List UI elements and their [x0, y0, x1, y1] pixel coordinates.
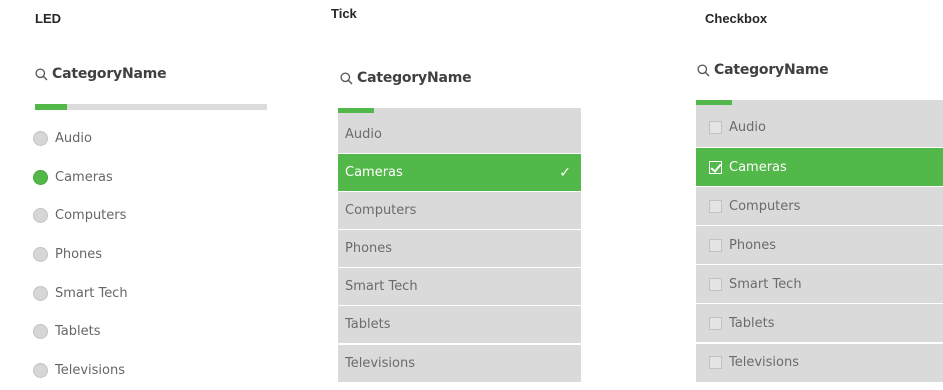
- checkbox[interactable]: [709, 316, 722, 330]
- list-item-label: Tablets: [729, 315, 775, 331]
- list-item-label: Phones: [345, 241, 393, 257]
- list-item-label: Televisions: [729, 355, 799, 371]
- checkbox[interactable]: [709, 121, 722, 134]
- list-item[interactable]: Computers: [33, 196, 273, 235]
- list-item-label: Computers: [729, 198, 801, 214]
- list-item-label: Computers: [345, 203, 417, 219]
- led-filter-panel: LED CategoryName Audio Cameras Computers…: [0, 0, 300, 379]
- list-item-label: Phones: [55, 246, 103, 262]
- list-item-label: Phones: [729, 237, 777, 253]
- selection-progress-fill: [338, 108, 374, 113]
- selection-progress-bar: [35, 104, 267, 110]
- list-item[interactable]: Cameras: [33, 158, 273, 197]
- field-name: CategoryName: [714, 62, 829, 78]
- led-indicator-icon: [33, 362, 48, 378]
- checkbox-filter-panel: Checkbox CategoryName Audio Cameras Comp…: [690, 0, 943, 382]
- checkbox[interactable]: [709, 356, 722, 370]
- list-item-label: Tablets: [345, 317, 391, 333]
- list-item-label: Audio: [729, 120, 766, 135]
- field-search-header[interactable]: CategoryName: [697, 62, 829, 78]
- tick-filter-panel: Tick CategoryName Audio Cameras ✓ Compute…: [320, 0, 600, 382]
- list-item[interactable]: Cameras ✓: [338, 154, 581, 192]
- list-item[interactable]: Phones: [696, 226, 943, 265]
- panel-title: Checkbox: [705, 11, 768, 26]
- checkmark-icon: ✓: [559, 164, 571, 181]
- field-search-header[interactable]: CategoryName: [340, 70, 472, 86]
- list-item-label: Smart Tech: [729, 276, 802, 292]
- field-search-header[interactable]: CategoryName: [35, 66, 167, 82]
- list-item[interactable]: Tablets: [338, 306, 581, 344]
- list-item[interactable]: Tablets: [33, 312, 273, 351]
- led-indicator-icon: [33, 285, 48, 301]
- selection-progress-fill: [35, 104, 68, 110]
- checkbox[interactable]: [709, 277, 722, 291]
- list-item-label: Audio: [55, 130, 92, 146]
- list-item-label: Cameras: [345, 165, 403, 181]
- list-item-label: Tablets: [55, 324, 101, 340]
- checkbox[interactable]: [709, 160, 722, 174]
- led-indicator-icon: [33, 130, 48, 146]
- list-item[interactable]: Audio: [33, 119, 273, 158]
- panel-title: Tick: [331, 6, 357, 21]
- panel-title: LED: [35, 11, 61, 26]
- list-item[interactable]: Phones: [338, 230, 581, 268]
- led-indicator-icon: [33, 246, 48, 262]
- search-icon[interactable]: [697, 63, 710, 77]
- value-list: Audio Cameras ✓ Computers Phones Smart Te…: [338, 108, 581, 383]
- checkbox[interactable]: [709, 238, 722, 252]
- list-item[interactable]: Tablets: [696, 304, 943, 343]
- list-item-label: Smart Tech: [345, 279, 418, 295]
- list-item[interactable]: Televisions: [338, 344, 581, 382]
- search-icon[interactable]: [340, 71, 353, 85]
- led-indicator-icon: [33, 208, 48, 224]
- checkbox[interactable]: [709, 199, 722, 213]
- list-item[interactable]: Audio: [338, 108, 581, 153]
- field-name: CategoryName: [52, 66, 167, 82]
- list-item[interactable]: Televisions: [696, 343, 943, 382]
- list-item-label: Audio: [345, 127, 382, 142]
- list-item[interactable]: Computers: [696, 187, 943, 226]
- led-indicator-icon: [33, 324, 48, 340]
- list-item-label: Smart Tech: [55, 285, 128, 301]
- field-name: CategoryName: [357, 70, 472, 86]
- list-item[interactable]: Smart Tech: [696, 265, 943, 304]
- value-list: Audio Cameras Computers Phones Smart Tec…: [696, 100, 943, 383]
- selection-progress-fill: [696, 100, 732, 105]
- list-item[interactable]: Cameras: [696, 148, 943, 187]
- list-item-label: Televisions: [345, 355, 415, 371]
- list-item[interactable]: Computers: [338, 192, 581, 230]
- list-item-label: Computers: [55, 208, 127, 224]
- list-item-label: Televisions: [55, 362, 125, 378]
- list-item-label: Cameras: [729, 159, 787, 175]
- list-item[interactable]: Smart Tech: [338, 268, 581, 306]
- value-list: Audio Cameras Computers Phones Smart Tec…: [33, 119, 273, 390]
- search-icon[interactable]: [35, 67, 48, 81]
- led-indicator-icon: [33, 169, 48, 185]
- list-item[interactable]: Phones: [33, 235, 273, 274]
- list-item[interactable]: Smart Tech: [33, 274, 273, 313]
- list-item[interactable]: Televisions: [33, 351, 273, 390]
- list-item-label: Cameras: [55, 169, 113, 185]
- list-item[interactable]: Audio: [696, 100, 943, 147]
